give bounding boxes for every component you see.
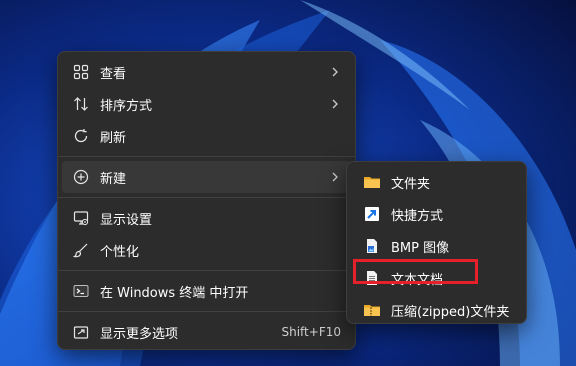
new-submenu: 文件夹 快捷方式 BMP 图像 文本文档 压缩(zipped)文件夹 [346,161,527,324]
menu-item-new[interactable]: 新建 [62,161,351,193]
menu-item-label: 在 Windows 终端 中打开 [100,285,249,301]
submenu-item-shortcut[interactable]: 快捷方式 [351,198,522,230]
chevron-right-icon [329,171,341,183]
brush-icon [72,241,90,259]
keyboard-shortcut: Shift+F10 [281,325,341,339]
chevron-right-icon [329,66,341,78]
submenu-item-label: BMP 图像 [391,240,450,256]
menu-item-label: 个性化 [100,244,140,260]
menu-separator [58,156,355,157]
submenu-item-zip-folder[interactable]: 压缩(zipped)文件夹 [351,294,522,326]
plus-circle-icon [72,168,90,186]
bmp-file-icon [363,237,381,255]
text-file-icon [363,269,381,287]
menu-item-show-more-options[interactable]: 显示更多选项 Shift+F10 [62,316,351,348]
menu-item-label: 新建 [100,171,127,187]
submenu-item-text-document[interactable]: 文本文档 [351,262,522,294]
submenu-item-label: 文本文档 [391,272,444,288]
menu-item-personalize[interactable]: 个性化 [62,234,351,266]
sort-icon [72,95,90,113]
menu-separator [58,270,355,271]
refresh-icon [72,127,90,145]
submenu-item-label: 快捷方式 [391,208,444,224]
terminal-icon [72,282,90,300]
shortcut-icon [363,205,381,223]
submenu-item-bmp[interactable]: BMP 图像 [351,230,522,262]
menu-item-sort[interactable]: 排序方式 [62,88,351,120]
menu-item-refresh[interactable]: 刷新 [62,120,351,152]
menu-item-label: 排序方式 [100,98,153,114]
desktop-context-menu: 查看 排序方式 刷新 新建 显示设置 个性化 在 Windows 终端 中打开 … [57,51,356,350]
menu-item-label: 显示更多选项 [100,326,179,342]
menu-item-label: 查看 [100,66,127,82]
menu-item-view[interactable]: 查看 [62,56,351,88]
submenu-item-label: 文件夹 [391,176,431,192]
display-icon [72,209,90,227]
zip-folder-icon [363,301,381,319]
menu-item-open-terminal[interactable]: 在 Windows 终端 中打开 [62,275,351,307]
share-icon [72,323,90,341]
folder-icon [363,173,381,191]
menu-item-label: 显示设置 [100,212,153,228]
menu-item-label: 刷新 [100,130,127,146]
menu-separator [58,311,355,312]
submenu-item-folder[interactable]: 文件夹 [351,166,522,198]
grid-icon [72,63,90,81]
menu-item-display-settings[interactable]: 显示设置 [62,202,351,234]
menu-separator [58,197,355,198]
chevron-right-icon [329,98,341,110]
submenu-item-label: 压缩(zipped)文件夹 [391,304,510,320]
